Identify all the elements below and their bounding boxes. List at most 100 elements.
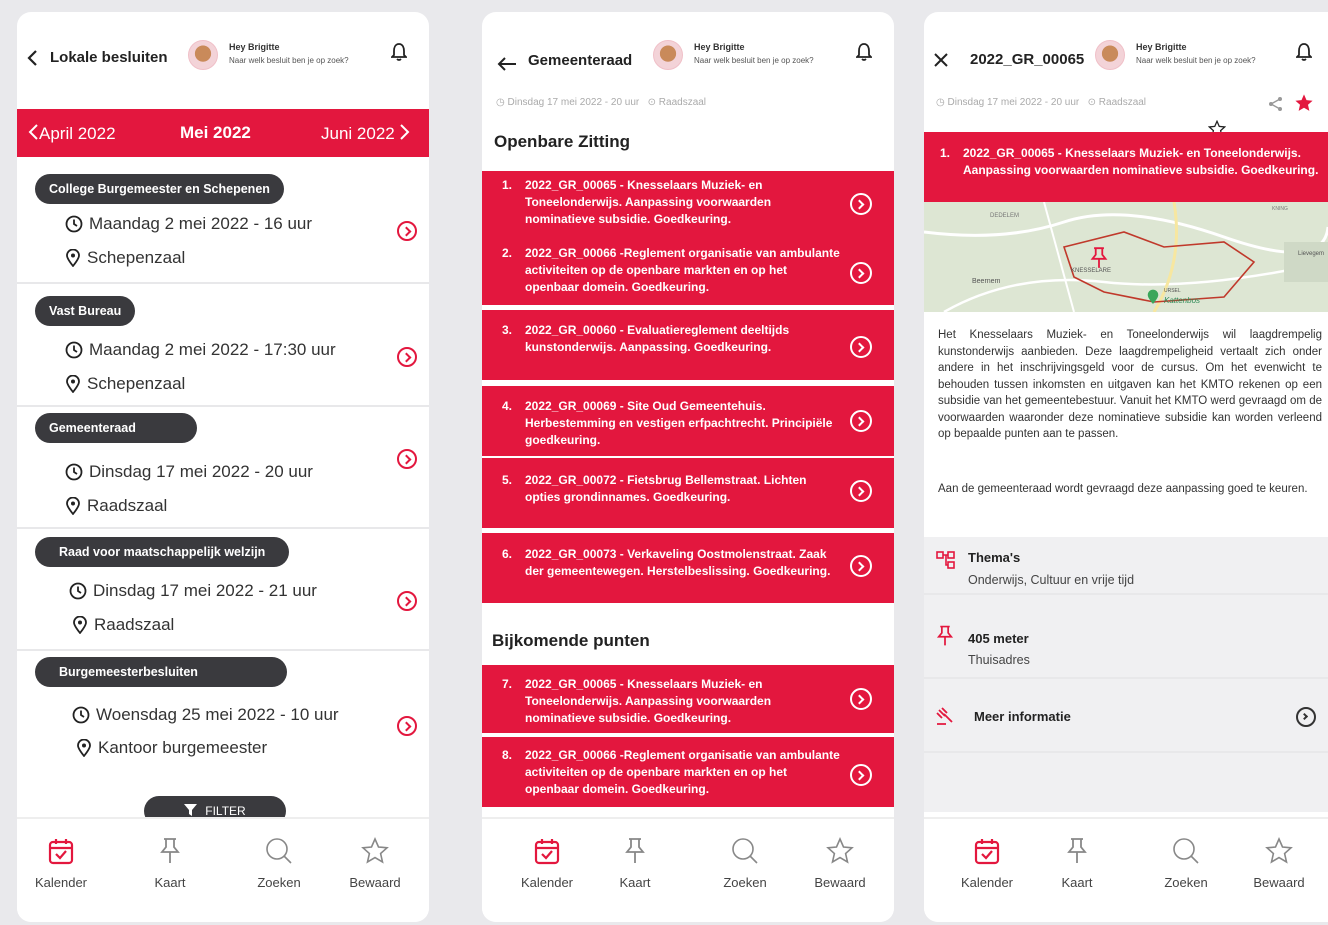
themes-title: Thema's — [968, 550, 1021, 565]
nav-zoeken[interactable]: Zoeken — [705, 837, 785, 890]
map-graphic — [924, 202, 1328, 312]
page-title: Lokale besluiten — [50, 49, 168, 66]
map-pin-icon — [1090, 247, 1108, 268]
agenda-text: 2022_GR_00065 - Knesselaars Muziek- en T… — [525, 677, 772, 725]
event-date-row: Maandag 2 mei 2022 - 16 uur — [65, 214, 312, 234]
back-arrow-icon[interactable] — [497, 52, 517, 78]
avatar[interactable] — [1095, 40, 1125, 70]
bell-icon[interactable] — [1296, 42, 1312, 62]
event-place: Schepenzaal — [87, 248, 186, 267]
description-request: Aan de gemeenteraad wordt gevraagd deze … — [938, 483, 1308, 495]
agenda-item[interactable]: 4. 2022_GR_00069 - Site Oud Gemeentehuis… — [482, 386, 894, 456]
chevron-right-circle-icon[interactable] — [850, 262, 872, 284]
event-place-row: Raadszaal — [72, 615, 174, 635]
event-card[interactable]: Raad voor maatschappelijk welzijn Dinsda… — [17, 531, 429, 651]
nav-zoeken[interactable]: Zoeken — [1146, 837, 1226, 890]
back-chevron-icon[interactable] — [25, 48, 39, 74]
chevron-right-circle-icon[interactable] — [850, 688, 872, 710]
avatar[interactable] — [188, 40, 218, 70]
agenda-item[interactable]: 1. 2022_GR_00065 - Knesselaars Muziek- e… — [482, 171, 894, 239]
agenda-item[interactable]: 2. 2022_GR_00066 -Reglement organisatie … — [482, 235, 894, 305]
prev-month-button[interactable]: April 2022 — [27, 123, 116, 144]
bell-icon[interactable] — [856, 42, 872, 62]
screen-agenda: Gemeenteraad Hey Brigitte Naar welk besl… — [482, 12, 894, 922]
calendar-icon — [48, 839, 74, 865]
chevron-right-circle-icon[interactable] — [850, 555, 872, 577]
meeting-date: Dinsdag 17 mei 2022 - 20 uur — [947, 97, 1080, 108]
chevron-right-circle-icon[interactable] — [397, 716, 417, 736]
meeting-meta: ◷ Dinsdag 17 mei 2022 - 20 uur ⊙ Raadsza… — [936, 97, 1146, 108]
nav-kaart[interactable]: Kaart — [130, 837, 210, 890]
gavel-icon — [936, 707, 953, 725]
event-date: Maandag 2 mei 2022 - 17:30 uur — [89, 340, 336, 359]
nav-bewaard[interactable]: Bewaard — [1239, 837, 1319, 890]
meeting-place: Raadszaal — [658, 97, 707, 108]
event-body-badge: Vast Bureau — [35, 296, 136, 326]
header: 2022_GR_00065 Hey Brigitte Naar welk bes… — [924, 12, 1328, 102]
next-month-button[interactable]: Juni 2022 — [321, 123, 411, 144]
chevron-right-circle-icon[interactable] — [397, 591, 417, 611]
clock-icon — [72, 706, 90, 724]
chevron-right-circle-icon[interactable] — [850, 480, 872, 502]
bottom-nav: Kalender Kaart Zoeken Bewaard — [924, 817, 1328, 922]
agenda-item[interactable]: 7. 2022_GR_00065 - Knesselaars Muziek- e… — [482, 665, 894, 733]
nav-label: Bewaard — [814, 875, 866, 890]
event-place-row: Kantoor burgemeester — [76, 738, 267, 758]
location-map[interactable]: DEDELEM Beernem KNESSELARE Kattenbos Lie… — [924, 202, 1328, 312]
bell-icon[interactable] — [391, 42, 407, 62]
location-pin-icon — [66, 375, 80, 393]
header: Gemeenteraad Hey Brigitte Naar welk besl… — [482, 12, 894, 102]
agenda-number: 2. — [502, 246, 513, 260]
star-filled-icon[interactable] — [1294, 93, 1314, 113]
nav-bewaard[interactable]: Bewaard — [800, 837, 880, 890]
agenda-text: 2022_GR_00066 -Reglement organisatie van… — [525, 748, 840, 796]
nav-kalender[interactable]: Kalender — [21, 837, 101, 890]
clock-icon — [69, 582, 87, 600]
event-body-badge: Burgemeesterbesluiten — [35, 657, 287, 687]
chevron-right-circle-icon[interactable] — [1296, 707, 1316, 727]
nav-kaart[interactable]: Kaart — [595, 837, 675, 890]
greeting-sub: Naar welk besluit ben je op zoek? — [229, 56, 349, 65]
prev-month-label: April 2022 — [39, 124, 116, 143]
event-date-row: Dinsdag 17 mei 2022 - 20 uur — [65, 462, 313, 482]
chevron-right-circle-icon[interactable] — [397, 221, 417, 241]
event-card[interactable]: Gemeenteraad Dinsdag 17 mei 2022 - 20 uu… — [17, 409, 429, 529]
event-card[interactable]: Burgemeesterbesluiten Woensdag 25 mei 20… — [17, 653, 429, 803]
chevron-right-circle-icon[interactable] — [850, 193, 872, 215]
event-card[interactable]: Vast Bureau Maandag 2 mei 2022 - 17:30 u… — [17, 286, 429, 407]
more-info-label: Meer informatie — [974, 709, 1071, 724]
nav-zoeken[interactable]: Zoeken — [239, 837, 319, 890]
chevron-right-circle-icon[interactable] — [397, 347, 417, 367]
event-date: Maandag 2 mei 2022 - 16 uur — [89, 214, 313, 233]
nav-kalender[interactable]: Kalender — [947, 837, 1027, 890]
chevron-right-circle-icon[interactable] — [397, 449, 417, 469]
close-icon[interactable] — [933, 48, 949, 74]
bottom-nav: Kalender Kaart Zoeken Bewaard — [482, 817, 894, 922]
agenda-item[interactable]: 6. 2022_GR_00073 - Verkaveling Oostmolen… — [482, 533, 894, 603]
share-icon[interactable] — [1268, 96, 1284, 112]
nav-label: Kalender — [960, 875, 1014, 890]
event-card[interactable]: College Burgemeester en Schepenen Maanda… — [17, 169, 429, 284]
chevron-right-circle-icon[interactable] — [850, 764, 872, 786]
chevron-right-circle-icon[interactable] — [850, 410, 872, 432]
event-place-row: Schepenzaal — [65, 248, 185, 268]
nav-bewaard[interactable]: Bewaard — [335, 837, 415, 890]
agenda-item[interactable]: 3. 2022_GR_00060 - Evaluatiereglement de… — [482, 310, 894, 380]
agenda-item[interactable]: 5. 2022_GR_00072 - Fietsbrug Bellemstraa… — [482, 458, 894, 528]
agenda-number: 3. — [502, 323, 513, 337]
event-body-badge: Raad voor maatschappelijk welzijn — [35, 537, 290, 567]
agenda-item[interactable]: 8. 2022_GR_00066 -Reglement organisatie … — [482, 737, 894, 807]
star-icon — [361, 837, 389, 864]
more-info-row[interactable]: Meer informatie — [924, 681, 1328, 753]
nav-kaart[interactable]: Kaart — [1037, 837, 1117, 890]
meeting-date: Dinsdag 17 mei 2022 - 20 uur — [507, 97, 640, 108]
section-title: Openbare Zitting — [494, 132, 630, 151]
nav-label: Kaart — [154, 875, 186, 890]
pin-icon — [1067, 838, 1087, 863]
themes-row: Thema's Onderwijs, Cultuur en vrije tijd — [924, 537, 1328, 595]
avatar[interactable] — [653, 40, 683, 70]
chevron-right-circle-icon[interactable] — [850, 336, 872, 358]
nav-kalender[interactable]: Kalender — [507, 837, 587, 890]
agenda-text: 2022_GR_00072 - Fietsbrug Bellemstraat. … — [525, 473, 807, 504]
clock-icon: ◷ — [936, 97, 945, 108]
